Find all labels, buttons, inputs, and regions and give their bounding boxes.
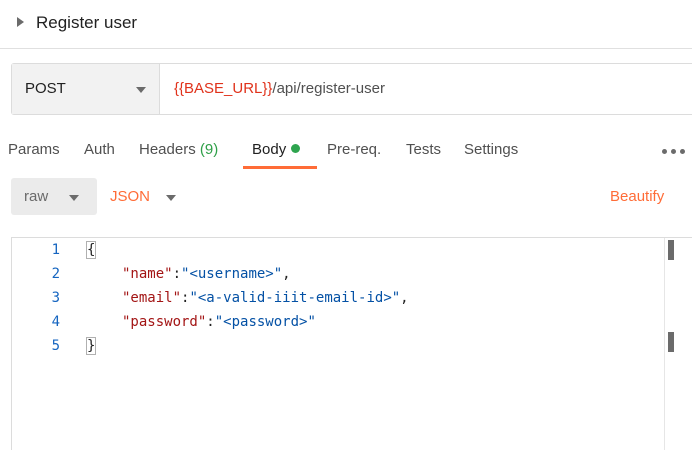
json-value: "<password>" xyxy=(214,314,316,330)
json-value: "<username>" xyxy=(181,266,283,282)
url-path: /api/register-user xyxy=(272,80,385,97)
json-key: "email" xyxy=(122,290,182,306)
request-header: Register user xyxy=(0,0,692,49)
tab-settings[interactable]: Settings xyxy=(464,141,518,159)
chevron-down-icon xyxy=(136,87,146,93)
body-language-select[interactable]: JSON xyxy=(110,188,180,206)
json-key: "password" xyxy=(122,314,207,330)
body-language-label: JSON xyxy=(110,188,151,205)
active-tab-indicator xyxy=(243,166,317,169)
request-builder: Register user POST {{BASE_URL}}/api/regi… xyxy=(0,0,692,450)
line-number: 2 xyxy=(51,266,60,282)
json-value: "<a-valid-iiit-email-id>" xyxy=(189,290,401,306)
tab-label: Headers xyxy=(139,141,196,158)
open-brace: { xyxy=(85,241,97,259)
body-mode-select[interactable]: raw xyxy=(11,178,97,215)
tab-tests[interactable]: Tests xyxy=(406,141,441,159)
url-input[interactable]: {{BASE_URL}}/api/register-user xyxy=(174,80,385,98)
tab-label: Tests xyxy=(406,141,442,158)
active-dot-icon xyxy=(291,144,301,153)
line-number: 3 xyxy=(51,290,60,306)
url-bar: POST {{BASE_URL}}/api/register-user xyxy=(11,63,692,115)
body-editor[interactable]: 1 2 3 4 5 { "name":"<username>", "email"… xyxy=(11,237,692,450)
close-brace: } xyxy=(85,337,97,355)
tab-auth[interactable]: Auth xyxy=(84,141,115,159)
expand-caret-icon[interactable] xyxy=(17,17,24,27)
tab-label: Settings xyxy=(464,141,519,158)
url-variable: {{BASE_URL}} xyxy=(174,80,273,97)
json-key: "name" xyxy=(122,266,173,282)
tab-body[interactable]: Body xyxy=(252,141,301,159)
scrollbar-marker xyxy=(668,332,674,352)
tab-label: Params xyxy=(8,141,60,158)
headers-count: (9) xyxy=(199,141,219,158)
request-title[interactable]: Register user xyxy=(36,12,137,34)
tab-headers[interactable]: Headers (9) xyxy=(139,141,218,159)
tab-params[interactable]: Params xyxy=(8,141,60,159)
request-tabs: Params Auth Headers (9) Body Pre-req. Te… xyxy=(0,130,692,172)
line-number: 4 xyxy=(51,314,60,330)
method-select[interactable]: POST xyxy=(12,64,160,114)
tab-label: Pre-req. xyxy=(327,141,382,158)
tab-pre-request[interactable]: Pre-req. xyxy=(327,141,381,159)
method-label: POST xyxy=(25,80,66,97)
chevron-down-icon xyxy=(166,195,176,201)
more-options-icon[interactable] xyxy=(662,149,686,155)
code-line-1: { xyxy=(85,238,97,262)
code-line-5: } xyxy=(85,334,97,358)
code-line-3: "email":"<a-valid-iiit-email-id>", xyxy=(122,290,409,306)
code-line-4: "password":"<password>" xyxy=(122,314,316,330)
chevron-down-icon xyxy=(69,195,79,201)
tab-label: Body xyxy=(252,141,287,158)
scrollbar-thumb[interactable] xyxy=(668,240,674,260)
beautify-button[interactable]: Beautify xyxy=(610,188,664,206)
line-number: 5 xyxy=(51,338,60,354)
code-line-2: "name":"<username>", xyxy=(122,266,291,282)
body-mode-label: raw xyxy=(24,188,49,205)
line-number: 1 xyxy=(51,242,60,258)
tab-label: Auth xyxy=(84,141,115,158)
